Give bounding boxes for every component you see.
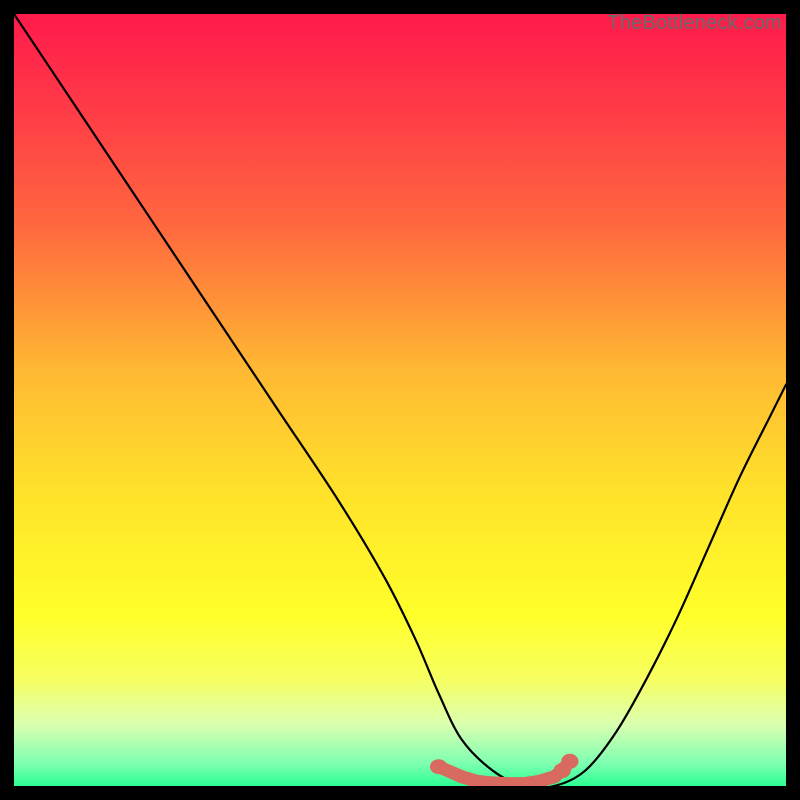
gradient-background bbox=[14, 14, 786, 786]
watermark-text: TheBottleneck.com bbox=[607, 12, 782, 35]
highlight-dot bbox=[430, 759, 447, 774]
chart-frame: TheBottleneck.com bbox=[14, 14, 786, 786]
highlight-dot bbox=[454, 770, 469, 783]
highlight-dot bbox=[561, 754, 578, 769]
bottleneck-chart bbox=[14, 14, 786, 786]
